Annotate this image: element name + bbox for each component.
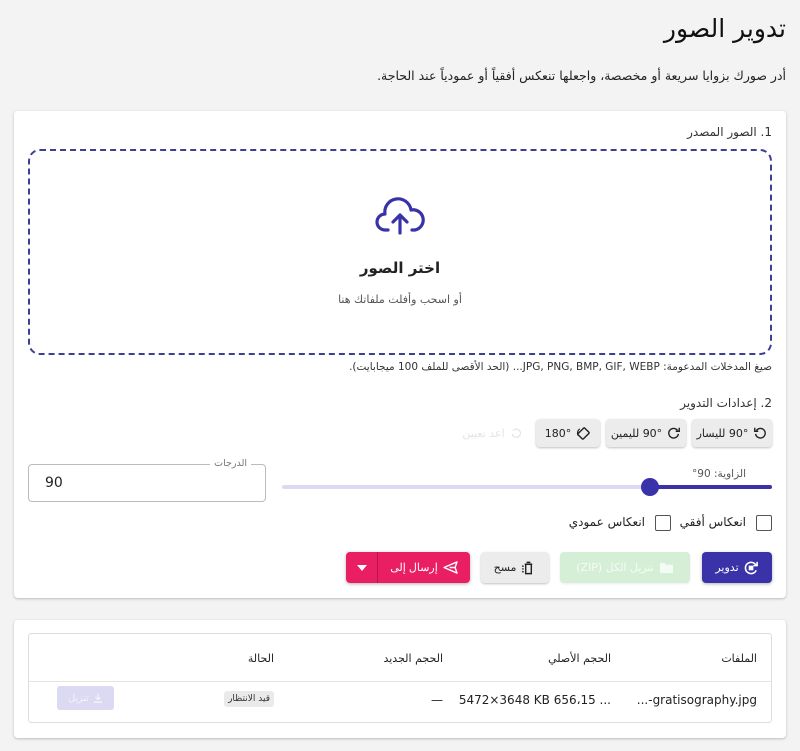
row-download-button[interactable]: تنزيل — [57, 686, 114, 710]
send-to-dropdown-button[interactable] — [346, 552, 378, 583]
rotate-180-label: 180° — [544, 426, 572, 440]
settings-section-label: 2. إعدادات التدوير — [680, 396, 772, 410]
flip-horizontal-checkbox[interactable] — [756, 515, 772, 531]
angle-slider-fill — [649, 485, 772, 489]
send-to-split-button: إرسال إلى — [346, 552, 470, 583]
rotate-button-label: تدوير — [715, 561, 739, 574]
row-download-label: تنزيل — [68, 692, 89, 704]
status-badge: قيد الانتظار — [224, 691, 274, 707]
reset-label: اعد تعيين — [462, 426, 505, 440]
download-icon — [93, 693, 102, 703]
degrees-value: 90 — [45, 475, 63, 491]
flip-horizontal-label: انعكاس أفقي — [679, 515, 746, 529]
cloud-upload-icon — [375, 197, 425, 235]
files-card: الملفات الحجم الأصلي الحجم الجديد الحالة… — [14, 620, 786, 738]
header-original-size: الحجم الأصلي — [548, 652, 611, 665]
table-divider — [29, 681, 771, 682]
header-new-size: الحجم الجديد — [383, 652, 443, 665]
folder-zip-icon — [659, 562, 673, 574]
flip-vertical-label: انعكاس عمودي — [568, 515, 645, 529]
rotate-right-button[interactable]: 90° لليمين — [606, 419, 686, 447]
angle-slider-track[interactable] — [282, 485, 772, 489]
dropzone[interactable]: اختر الصور أو اسحب وأفلت ملفاتك هنا — [28, 149, 772, 355]
files-table: الملفات الحجم الأصلي الحجم الجديد الحالة… — [28, 633, 772, 723]
rotate-180-button[interactable]: 180° — [536, 419, 600, 447]
send-to-label: إرسال إلى — [390, 562, 438, 574]
header-status: الحالة — [247, 652, 274, 665]
rotate-left-label: 90° لليسار — [696, 426, 749, 440]
reset-icon — [511, 428, 521, 438]
download-zip-label: تنزيل الكل (ZIP) — [576, 561, 654, 574]
angle-label: الزاوية: 90° — [692, 468, 746, 480]
page-description: أدر صورك بزوايا سريعة أو مخصصة، واجعلها … — [377, 68, 786, 83]
angle-slider-thumb[interactable] — [640, 478, 659, 496]
row-new-size: — — [431, 693, 443, 707]
degrees-label: الدرجات — [210, 458, 251, 469]
download-zip-button[interactable]: تنزيل الكل (ZIP) — [560, 552, 690, 583]
reset-button[interactable]: اعد تعيين — [456, 419, 528, 447]
row-file-name: gratisography.jpg-... — [636, 693, 757, 707]
flip-vertical-checkbox[interactable] — [655, 515, 671, 531]
clear-button[interactable]: مسح — [481, 552, 549, 583]
rotate-180-icon — [577, 426, 591, 440]
settings-card: 1. الصور المصدر اختر الصور أو اسحب وأفلت… — [14, 111, 786, 598]
dropzone-subtitle: أو اسحب وأفلت ملفاتك هنا — [338, 293, 462, 306]
dropzone-title: اختر الصور — [359, 259, 441, 277]
page-title: تدوير الصور — [663, 14, 786, 43]
degrees-field[interactable]: الدرجات 90 — [28, 458, 266, 502]
rotate-left-icon — [754, 427, 767, 439]
header-files: الملفات — [721, 652, 757, 665]
rotate-action-icon — [744, 561, 758, 575]
formats-note: صيغ المدخلات المدعومة: JPG, PNG, BMP, GI… — [349, 361, 772, 373]
rotate-right-label: 90° لليمين — [610, 426, 663, 440]
rotate-right-icon — [668, 427, 681, 439]
trash-icon — [522, 561, 533, 574]
send-icon — [443, 561, 458, 574]
row-original-size: 5472×3648 KB 656،15 ... — [458, 693, 611, 707]
caret-down-icon — [356, 564, 367, 571]
source-section-label: 1. الصور المصدر — [687, 125, 772, 139]
rotate-left-button[interactable]: 90° لليسار — [692, 419, 772, 447]
send-to-button[interactable]: إرسال إلى — [378, 552, 470, 583]
rotate-button[interactable]: تدوير — [702, 552, 772, 583]
clear-label: مسح — [493, 561, 517, 574]
